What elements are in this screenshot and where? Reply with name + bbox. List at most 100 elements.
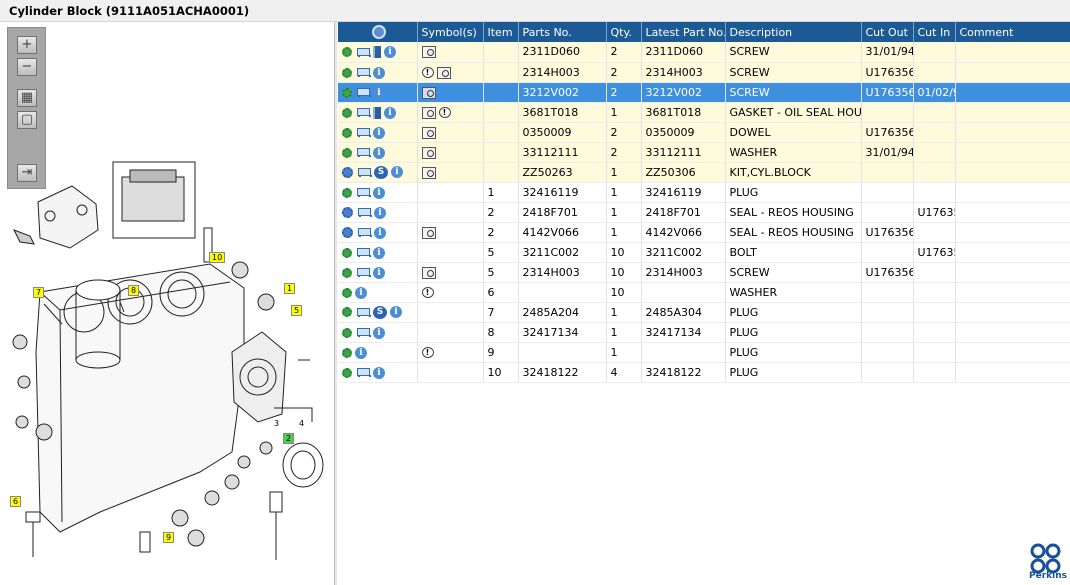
add-to-cart-icon[interactable] (355, 147, 371, 158)
info-icon[interactable]: i (391, 166, 403, 179)
table-row[interactable]: i 1 32416119 1 32416119 PLUG (338, 182, 1070, 203)
gear-icon[interactable] (342, 87, 352, 98)
fit-all-button[interactable]: ▦ (17, 89, 37, 107)
add-to-cart-icon[interactable] (355, 187, 371, 198)
comment-bubble-icon[interactable]: ! (421, 347, 434, 358)
service-icon[interactable]: S (373, 305, 387, 319)
column-header-qty[interactable]: Qty. (606, 22, 642, 42)
column-header-parts-no[interactable]: Parts No. (518, 22, 607, 42)
callout-2[interactable]: 2 (283, 433, 295, 444)
add-to-cart-icon[interactable] (355, 87, 371, 98)
column-header-latest-part-no[interactable]: Latest Part No. (641, 22, 726, 42)
gear-icon[interactable] (342, 147, 352, 158)
illustration-icon[interactable] (421, 106, 436, 119)
assembly-gear-icon[interactable] (342, 207, 353, 218)
table-row[interactable]: i53211C002103211C002BOLTU17635 (338, 242, 1070, 263)
illustration-icon[interactable] (421, 266, 436, 279)
info-icon[interactable]: i (373, 146, 385, 159)
comment-bubble-icon[interactable]: ! (421, 287, 434, 298)
comment-bubble-icon[interactable]: ! (421, 67, 434, 78)
add-to-cart-icon[interactable] (356, 167, 372, 178)
info-icon[interactable]: i (390, 306, 402, 319)
info-icon[interactable]: i (373, 266, 385, 279)
zoom-out-button[interactable]: − (17, 58, 37, 76)
info-icon[interactable]: i (384, 106, 396, 119)
info-icon[interactable]: i (355, 346, 367, 359)
gear-icon[interactable] (342, 327, 352, 338)
gear-icon[interactable] (342, 287, 352, 298)
fit-window-button[interactable]: ▢ (17, 111, 37, 129)
table-row[interactable]: i 2 2418F701 1 2418F701 SEAL - REOS HOUSING U1… (338, 202, 1070, 223)
table-row[interactable]: Si ZZ50263 1 ZZ50306 KIT,CYL.BLOCK (338, 162, 1070, 183)
info-icon[interactable]: i (373, 126, 385, 139)
info-icon[interactable]: i (373, 86, 385, 99)
gear-icon[interactable] (342, 47, 352, 58)
column-header-cut-in[interactable]: Cut In (913, 22, 956, 42)
add-to-cart-icon[interactable] (355, 327, 371, 338)
table-row[interactable]: i 33112111 2 33112111 WASHER 31/01/94 (338, 142, 1070, 163)
find-icon[interactable] (372, 25, 387, 39)
info-icon[interactable]: i (373, 246, 385, 259)
info-icon[interactable]: i (384, 46, 396, 59)
info-icon[interactable]: i (373, 366, 385, 379)
service-icon[interactable]: S (374, 165, 388, 179)
illustration-icon[interactable] (436, 66, 451, 79)
column-header-description[interactable]: Description (725, 22, 862, 42)
add-to-cart-icon[interactable] (355, 247, 371, 258)
illustration-icon[interactable] (421, 166, 436, 179)
add-to-cart-icon[interactable] (355, 47, 371, 58)
gear-icon[interactable] (342, 307, 352, 318)
add-to-cart-icon[interactable] (356, 207, 372, 218)
gear-icon[interactable] (342, 127, 352, 138)
add-to-cart-icon[interactable] (355, 127, 371, 138)
callout-7[interactable]: 7 (33, 287, 45, 298)
exploded-parts-diagram[interactable] (0, 152, 335, 572)
illustration-icon[interactable] (421, 146, 436, 159)
gear-icon[interactable] (342, 347, 352, 358)
add-to-cart-icon[interactable] (356, 227, 372, 238)
table-row[interactable]: Si 7 2485A204 1 2485A304 PLUG (338, 302, 1070, 323)
illustration-icon[interactable] (421, 86, 436, 99)
add-to-cart-icon[interactable] (355, 267, 371, 278)
info-icon[interactable]: i (374, 226, 386, 239)
column-header-comment[interactable]: Comment (955, 22, 1070, 42)
add-to-cart-icon[interactable] (355, 307, 371, 318)
gear-icon[interactable] (342, 247, 352, 258)
diagram-pane[interactable]: + − ▦ ▢ ⇥ 10 7 8 1 5 3 4 2 6 9 (0, 22, 335, 585)
column-header-symbols[interactable]: Symbol(s) (417, 22, 484, 42)
illustration-icon[interactable] (421, 126, 436, 139)
document-icon[interactable] (373, 46, 381, 59)
table-row[interactable]: i3212V00223212V002SCREWU176356K01/02/9 (338, 82, 1070, 103)
callout-5[interactable]: 5 (291, 305, 303, 316)
callout-10[interactable]: 10 (209, 252, 226, 263)
callout-3[interactable]: 3 (272, 419, 282, 428)
info-icon[interactable]: i (373, 66, 385, 79)
table-row[interactable]: i 10 32418122 4 32418122 PLUG (338, 362, 1070, 383)
add-to-cart-icon[interactable] (355, 67, 371, 78)
callout-8[interactable]: 8 (128, 285, 140, 296)
assembly-gear-icon[interactable] (342, 227, 353, 238)
document-icon[interactable] (373, 106, 381, 119)
gear-icon[interactable] (342, 367, 352, 378)
gear-icon[interactable] (342, 67, 352, 78)
gear-icon[interactable] (342, 107, 352, 118)
table-row[interactable]: i52314H003102314H003SCREWU176356K (338, 262, 1070, 283)
table-row[interactable]: i 2 4142V066 1 4142V066 SEAL - REOS HOUSING U1… (338, 222, 1070, 243)
info-icon[interactable]: i (373, 186, 385, 199)
callout-4[interactable]: 4 (297, 419, 307, 428)
pane-divider[interactable] (335, 22, 337, 585)
zoom-in-button[interactable]: + (17, 36, 37, 54)
table-row[interactable]: i 2311D060 2 2311D060 SCREW 31/01/94 (338, 42, 1070, 63)
gear-icon[interactable] (342, 187, 352, 198)
table-row[interactable]: i! 6 10 WASHER (338, 282, 1070, 303)
comment-bubble-icon[interactable]: ! (438, 107, 451, 118)
assembly-gear-icon[interactable] (342, 166, 353, 178)
table-row[interactable]: i! 9 1 PLUG (338, 342, 1070, 363)
callout-6[interactable]: 6 (10, 496, 22, 507)
table-row[interactable]: i!2314H00322314H003SCREWU176356K (338, 62, 1070, 83)
column-header-search[interactable] (338, 22, 418, 42)
table-row[interactable]: i035000920350009DOWELU176356K (338, 122, 1070, 143)
column-header-item[interactable]: Item (483, 22, 519, 42)
illustration-icon[interactable] (421, 46, 436, 59)
info-icon[interactable]: i (373, 326, 385, 339)
